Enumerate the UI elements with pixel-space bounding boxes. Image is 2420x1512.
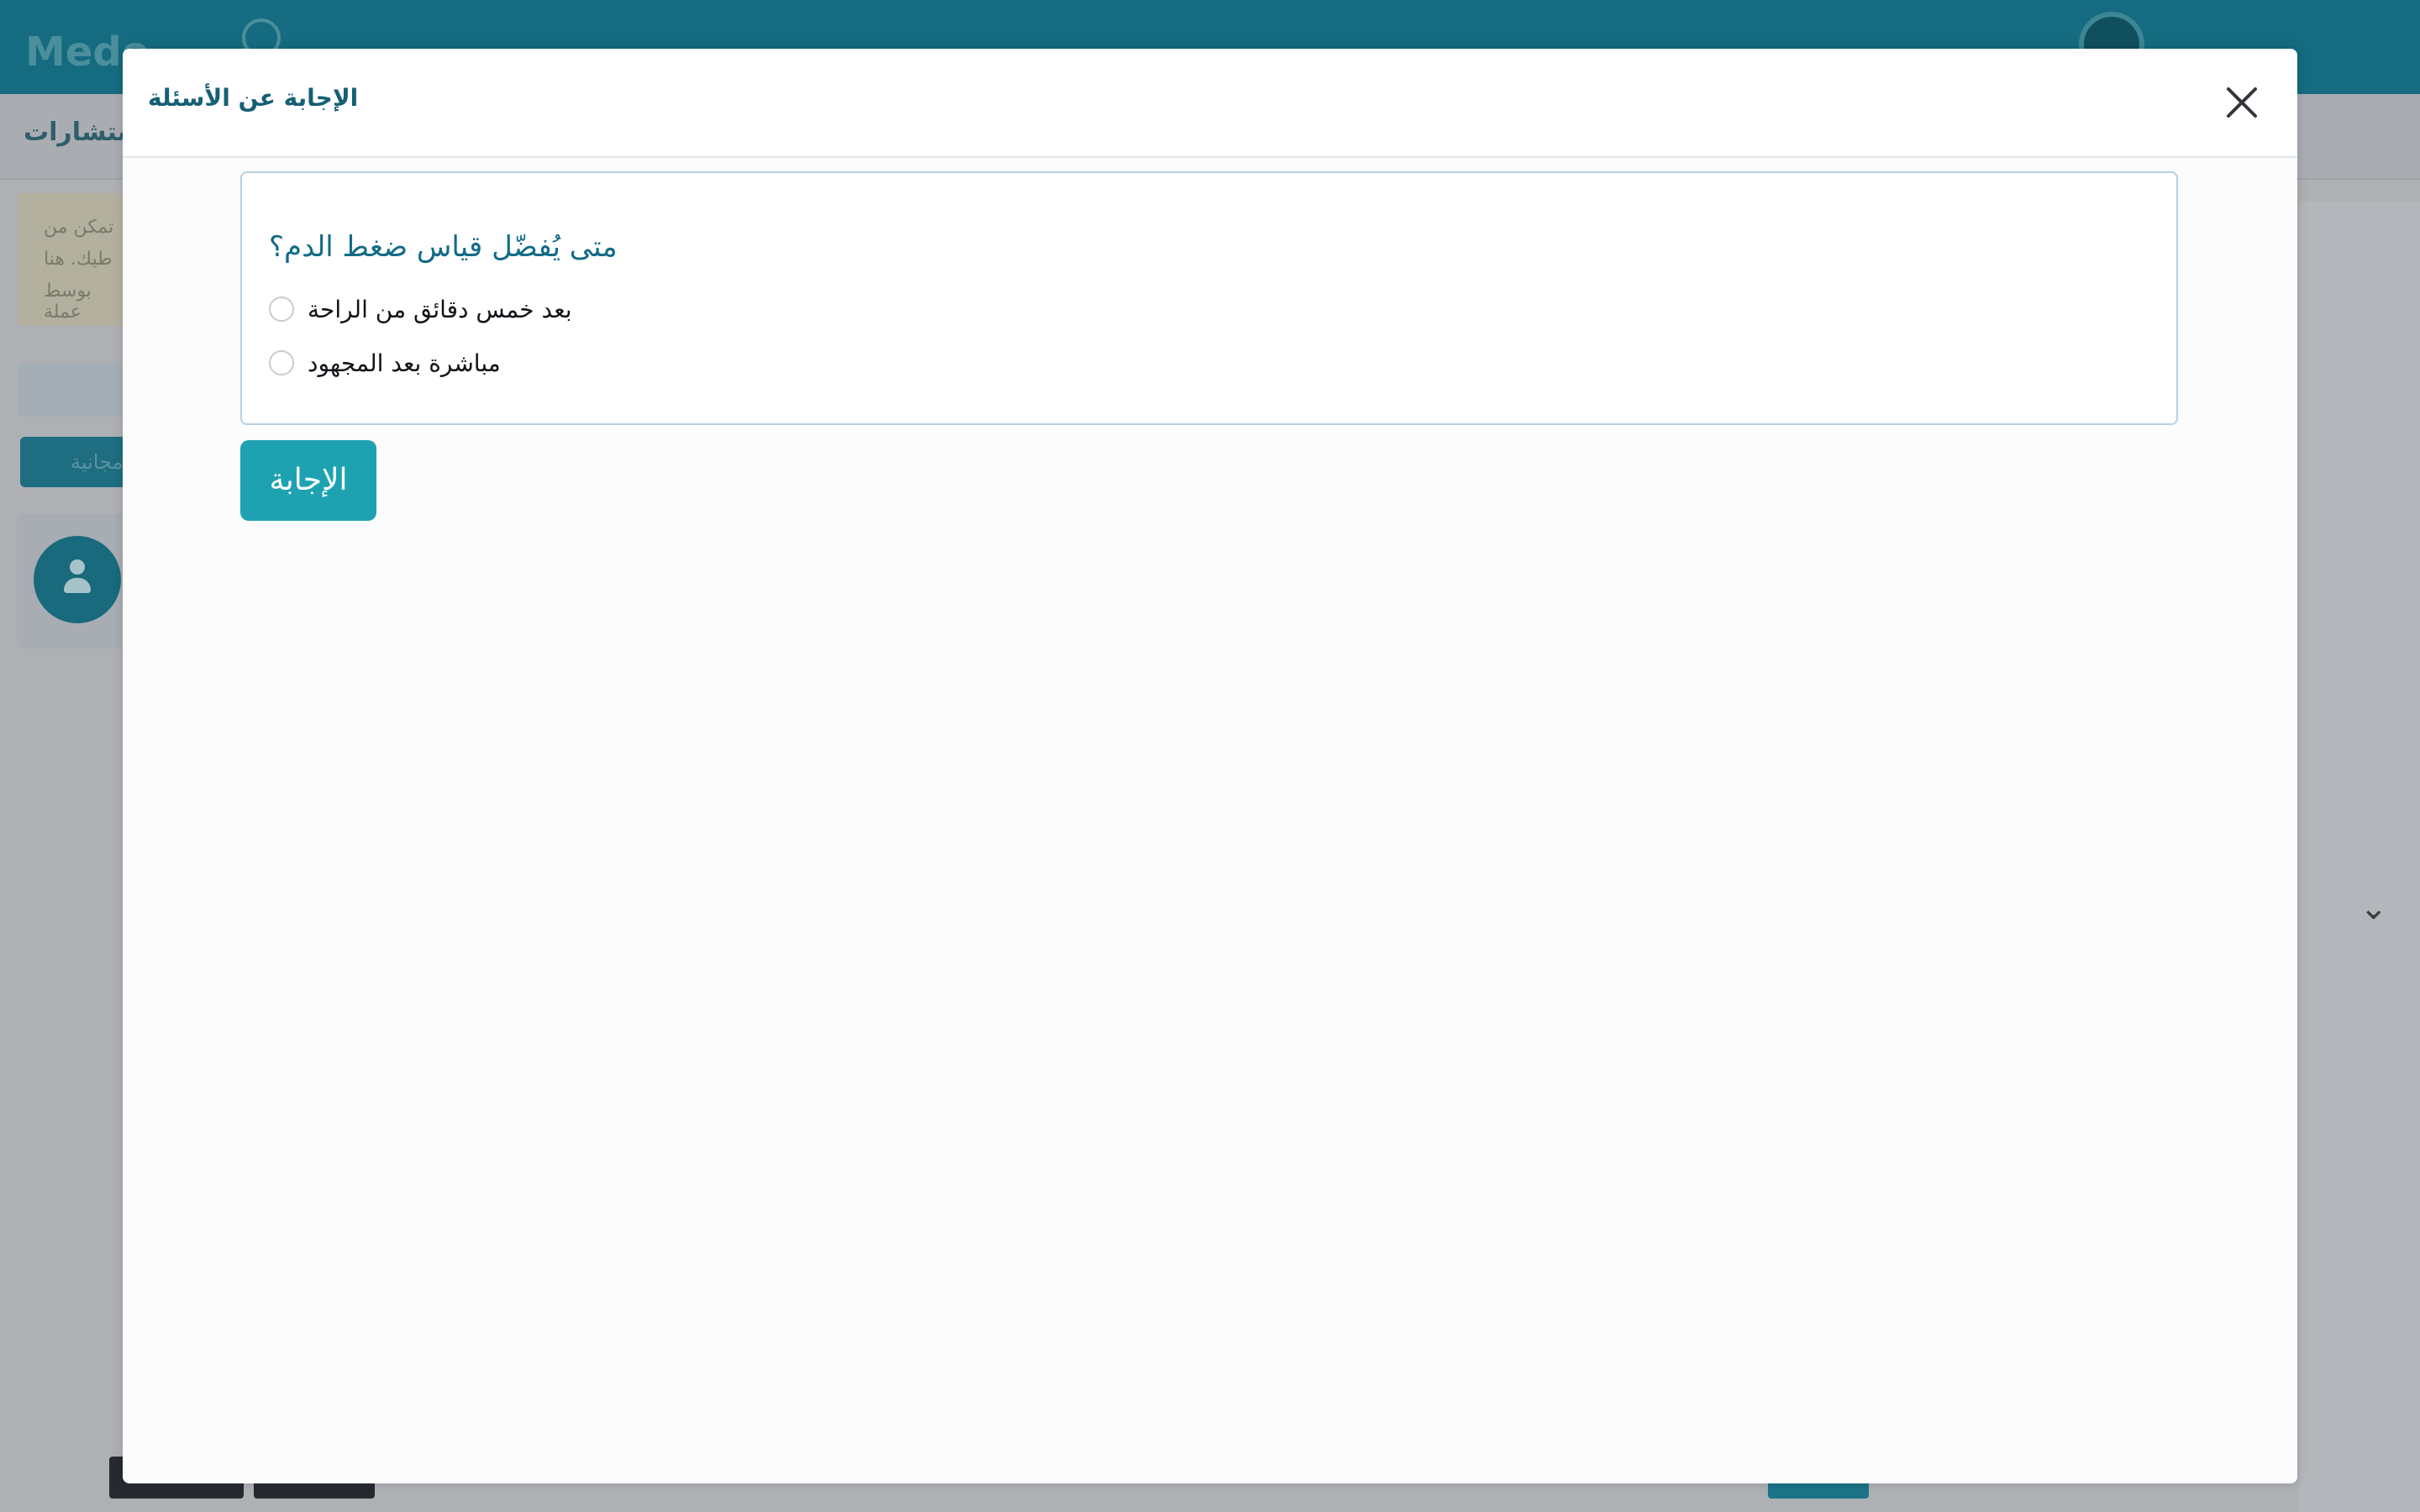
question-text: متى يُفضّل قياس ضغط الدم؟ — [269, 230, 618, 264]
person-icon — [34, 536, 121, 623]
answer-option[interactable]: مباشرة بعد المجهود — [269, 346, 501, 380]
answer-option-label: بعد خمس دقائق من الراحة — [308, 295, 572, 323]
modal-title: الإجابة عن الأسئلة — [148, 84, 359, 112]
close-button[interactable] — [2223, 84, 2260, 121]
answer-option-label: مباشرة بعد المجهود — [308, 349, 501, 377]
notice-line: طيك. هنا — [44, 249, 113, 270]
background-tab: مجانية — [20, 437, 129, 487]
answer-option[interactable]: بعد خمس دقائق من الراحة — [269, 292, 572, 326]
question-card: متى يُفضّل قياس ضغط الدم؟ بعد خمس دقائق … — [240, 171, 2178, 425]
doctor-card — [17, 514, 128, 648]
notice-box: تمكن من طيك. هنا بوسط عملة — [18, 193, 128, 326]
notice-line: تمكن من — [44, 217, 114, 238]
background-filter-bar — [18, 363, 128, 417]
close-icon — [2227, 87, 2257, 118]
questions-modal: الإجابة عن الأسئلة متى يُفضّل قياس ضغط ا… — [123, 49, 2297, 1483]
notice-line: بوسط عملة — [44, 281, 92, 323]
background-side-panel — [2299, 202, 2420, 1512]
radio-button[interactable] — [269, 297, 294, 322]
submit-answer-button[interactable]: الإجابة — [240, 440, 376, 521]
radio-button[interactable] — [269, 350, 294, 375]
modal-header: الإجابة عن الأسئلة — [123, 49, 2297, 158]
chevron-down-icon: ⌄ — [2360, 889, 2388, 927]
